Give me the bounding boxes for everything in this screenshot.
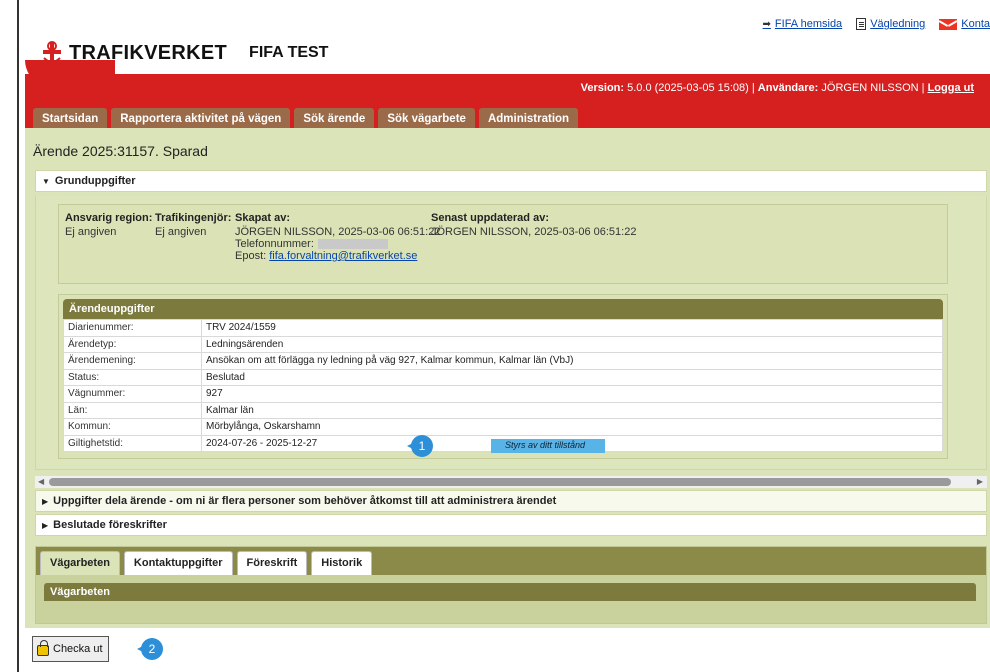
tab-administration[interactable]: Administration: [478, 108, 579, 130]
phone-redacted: [317, 239, 388, 250]
scroll-right-icon[interactable]: ▶: [977, 476, 983, 488]
tab-vagarbeten[interactable]: Vägarbeten: [40, 551, 120, 575]
scroll-left-icon[interactable]: ◀: [38, 476, 44, 488]
caret-down-icon: ▼: [42, 177, 50, 186]
table-row: Status: Beslutad: [63, 368, 943, 386]
lower-tab-bar: Vägarbeten Kontaktuppgifter Föreskrift H…: [36, 547, 986, 575]
fifa-home-link[interactable]: ➡ FIFA hemsida: [763, 18, 843, 30]
email-field: Epost: fifa.forvaltning@trafikverket.se: [235, 250, 418, 262]
horizontal-scrollbar[interactable]: ◀ ▶: [35, 476, 987, 488]
checkout-button[interactable]: Checka ut: [32, 636, 109, 662]
tab-kontaktuppgifter[interactable]: Kontaktuppgifter: [123, 551, 233, 575]
scrollbar-thumb[interactable]: [49, 478, 951, 486]
case-details-header: Ärendeuppgifter: [63, 299, 943, 319]
footer-actions: Checka ut 2: [25, 628, 990, 672]
tab-rapportera[interactable]: Rapportera aktivitet på vägen: [111, 108, 291, 130]
engineer-field: Trafikingenjör: Ej angiven: [155, 212, 232, 238]
lower-tabs-area: Vägarbeten Kontaktuppgifter Föreskrift H…: [35, 546, 987, 624]
app-page: ➡ FIFA hemsida Vägledning Konta TRAFIKVER…: [25, 0, 990, 672]
guide-link[interactable]: Vägledning: [856, 18, 925, 30]
case-details-box: Ärendeuppgifter Diarienummer: TRV 2024/15…: [58, 294, 948, 459]
tab-sok-arende[interactable]: Sök ärende: [294, 108, 375, 130]
user-name: JÖRGEN NILSSON: [821, 82, 919, 94]
table-row: Vägnummer: 927: [63, 385, 943, 403]
grunduppgifter-panel: Ansvarig region: Ej angiven Trafikingenj…: [35, 196, 987, 470]
main-nav: Startsidan Rapportera aktivitet på vägen…: [33, 108, 579, 130]
top-links: ➡ FIFA hemsida Vägledning Konta: [763, 18, 990, 30]
tab-foreskrift[interactable]: Föreskrift: [236, 551, 308, 575]
table-row: Ärendemening: Ansökan om att förlägga ny …: [63, 352, 943, 370]
callout-badge-1: 1: [407, 435, 433, 457]
updated-field: Senast uppdaterad av: JÖRGEN NILSSON, 20…: [431, 212, 637, 238]
contact-link[interactable]: Konta: [939, 18, 990, 30]
crown-icon: [43, 41, 61, 64]
table-row: Kommun: Mörbylånga, Oskarshamn: [63, 418, 943, 436]
table-row: Diarienummer: TRV 2024/1559: [63, 319, 943, 337]
region-field: Ansvarig region: Ej angiven: [65, 212, 153, 238]
email-link[interactable]: fifa.forvaltning@trafikverket.se: [269, 250, 417, 262]
case-details-table: Diarienummer: TRV 2024/1559 Ärendetyp: Led…: [63, 319, 943, 452]
callout-badge-2: 2: [137, 638, 163, 660]
vagarbeten-panel-header: Vägarbeten: [44, 583, 976, 601]
tab-historik[interactable]: Historik: [311, 551, 373, 575]
document-icon: [856, 18, 867, 30]
basic-info-box: Ansvarig region: Ej angiven Trafikingenj…: [58, 204, 948, 284]
section-regulations[interactable]: ▶ Beslutade föreskrifter: [35, 514, 987, 536]
phone-field: Telefonnummer:: [235, 238, 440, 250]
caret-right-icon: ▶: [42, 521, 49, 530]
logo-text: TRAFIKVERKET: [69, 41, 228, 64]
section-share-case[interactable]: ▶ Uppgifter dela ärende - om ni är flera …: [35, 490, 987, 512]
tab-sok-vagarbete[interactable]: Sök vägarbete: [378, 108, 475, 130]
app-name: FIFA TEST: [249, 44, 329, 61]
left-edge-rule: [17, 0, 19, 672]
caret-right-icon: ▶: [42, 497, 49, 506]
version-line: Version: 5.0.0 (2025-03-05 15:08) | Anvä…: [580, 82, 974, 94]
permit-note: Styrs av ditt tillstånd: [491, 439, 605, 453]
version-value: 5.0.0 (2025-03-05 15:08): [627, 82, 749, 94]
logout-link[interactable]: Logga ut: [928, 82, 974, 94]
created-field: Skapat av: JÖRGEN NILSSON, 2025-03-06 06…: [235, 212, 441, 262]
main-content: Ärende 2025:31157. Sparad ▼ Grunduppgifte…: [25, 128, 990, 672]
tab-startsidan[interactable]: Startsidan: [33, 108, 108, 130]
lock-icon: [37, 640, 49, 656]
section-grunduppgifter[interactable]: ▼ Grunduppgifter: [35, 170, 987, 192]
arrow-right-icon: ➡: [762, 18, 771, 30]
brand-logo: TRAFIKVERKET FIFA TEST: [41, 40, 328, 66]
table-row: Ärendetyp: Ledningsärenden: [63, 335, 943, 353]
mail-icon: [939, 18, 958, 30]
table-row: Län: Kalmar län: [63, 401, 943, 419]
page-title: Ärende 2025:31157. Sparad: [33, 143, 208, 159]
